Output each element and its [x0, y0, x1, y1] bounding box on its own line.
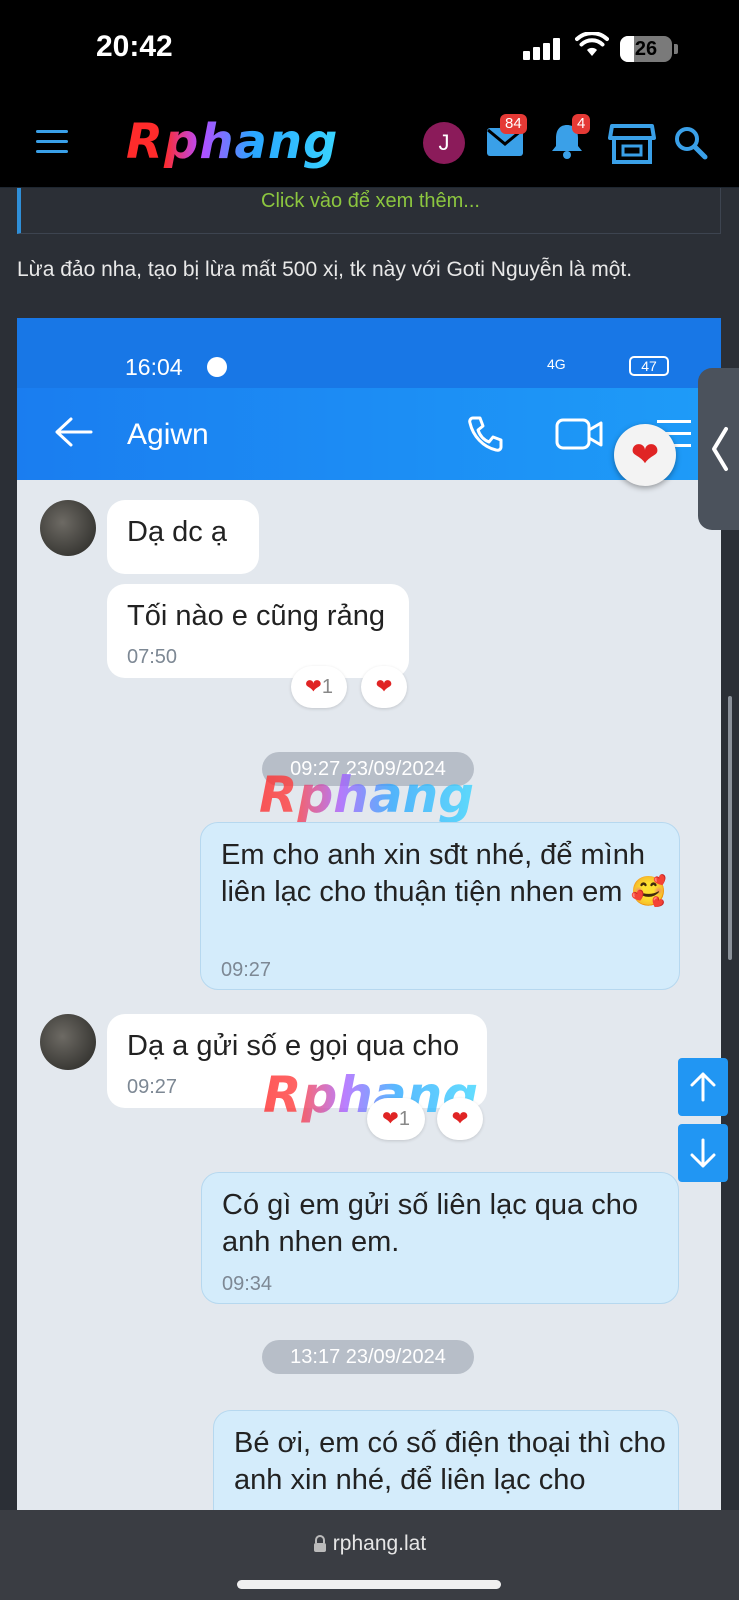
arrow-down-icon: [690, 1138, 716, 1168]
browser-address-bar[interactable]: rphang.lat: [0, 1510, 739, 1600]
message-bubble: Dạ dc ạ: [107, 500, 259, 574]
message-text: Dạ a gửi số e gọi qua cho: [127, 1030, 460, 1062]
heart-icon: ❤: [382, 1108, 399, 1130]
post-text: Lừa đảo nha, tạo bị lừa mất 500 xị, tk n…: [17, 258, 633, 281]
url-field[interactable]: rphang.lat: [0, 1532, 739, 1556]
wifi-icon: [575, 32, 609, 56]
app-header: Rphang J 84 4: [0, 100, 739, 188]
video-call-icon: [555, 418, 603, 450]
back-arrow-icon: [55, 417, 93, 447]
status-bar: 20:42 26: [0, 0, 739, 100]
heart-icon: ❤: [305, 676, 322, 698]
user-avatar[interactable]: J: [423, 122, 465, 164]
network-indicator: 4G: [547, 356, 566, 372]
reaction-count: ❤1: [367, 1098, 425, 1140]
message-text: Em cho anh xin sđt nhé, để mình liên lạc…: [221, 839, 667, 908]
react-heart-button[interactable]: ❤: [614, 424, 676, 486]
contact-avatar: [40, 500, 96, 556]
search-icon[interactable]: [674, 126, 708, 160]
side-panel-toggle[interactable]: [698, 368, 739, 530]
battery-tip: [674, 44, 678, 54]
screenshot-status-bar: 16:04 4G 47: [17, 318, 721, 388]
heart-reaction: ❤: [437, 1098, 483, 1140]
message-text: Dạ dc ạ: [127, 516, 227, 548]
site-logo[interactable]: Rphang: [126, 114, 338, 170]
message-text: Bé ơi, em có số điện thoại thì cho anh x…: [234, 1427, 666, 1496]
arrow-up-icon: [690, 1072, 716, 1102]
alerts-badge: 4: [572, 114, 591, 134]
scroll-bottom-button[interactable]: [678, 1124, 728, 1182]
date-separator: 13:17 23/09/2024: [262, 1340, 474, 1374]
message-time: 09:34: [222, 1273, 273, 1295]
scrollbar-thumb[interactable]: [728, 696, 732, 960]
reaction-count: ❤1: [291, 666, 347, 708]
store-icon[interactable]: [608, 122, 656, 164]
status-time: 20:42: [96, 30, 173, 63]
chat-contact-name: Agiwn: [127, 418, 209, 451]
message-bubble: Bé ơi, em có số điện thoại thì cho anh x…: [213, 1410, 679, 1510]
messenger-icon: [207, 357, 227, 377]
contact-avatar: [40, 1014, 96, 1070]
scroll-top-button[interactable]: [678, 1058, 728, 1116]
phone-icon: [468, 416, 503, 452]
home-indicator: [237, 1580, 501, 1589]
lock-icon: [313, 1535, 326, 1552]
watermark-logo: Rphang: [259, 766, 475, 824]
attached-screenshot[interactable]: 16:04 4G 47 Agiwn Dạ dc ạ Tối nào e cũng…: [17, 318, 721, 1510]
url-text: rphang.lat: [332, 1532, 427, 1555]
message-time: 07:50: [127, 646, 178, 668]
message-text: Có gì em gửi số liên lạc qua cho anh nhe…: [222, 1189, 638, 1258]
message-text: Tối nào e cũng rảng: [127, 600, 385, 632]
quote-block: Click vào để xem thêm...: [17, 188, 721, 234]
chevron-left-icon: [712, 427, 728, 471]
battery-level: 26: [634, 38, 658, 60]
message-bubble: Em cho anh xin sđt nhé, để mình liên lạc…: [200, 822, 680, 990]
message-time: 09:27: [127, 1076, 178, 1098]
screenshot-time: 16:04: [125, 354, 183, 380]
heart-icon: ❤: [630, 436, 660, 474]
screenshot-battery: 47: [629, 356, 669, 376]
menu-icon[interactable]: [36, 130, 68, 154]
battery-icon: 26: [620, 36, 672, 62]
message-bubble: Tối nào e cũng rảng 07:50: [107, 584, 409, 678]
inbox-badge: 84: [500, 114, 527, 134]
quote-expand-link[interactable]: Click vào để xem thêm...: [21, 188, 720, 214]
heart-reaction: ❤: [361, 666, 407, 708]
message-time: 09:27: [221, 959, 272, 981]
cellular-signal-icon: [523, 38, 563, 60]
message-bubble: Có gì em gửi số liên lạc qua cho anh nhe…: [201, 1172, 679, 1304]
